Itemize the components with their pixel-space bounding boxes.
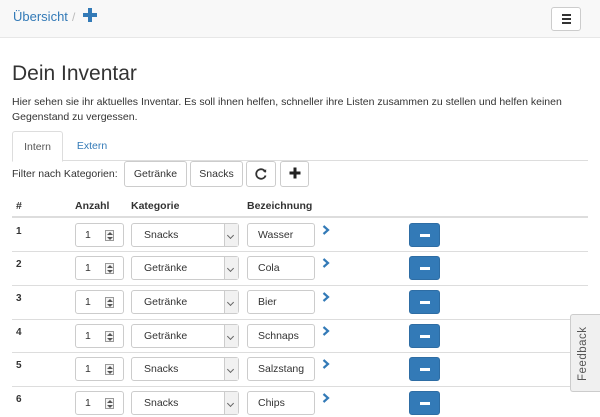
category-select[interactable]: Getränke bbox=[131, 290, 239, 314]
stepper-arrows-icon[interactable] bbox=[105, 297, 114, 308]
quantity-stepper[interactable]: 1 bbox=[75, 324, 124, 348]
col-header-anzahl: Anzahl bbox=[75, 200, 110, 212]
stepper-arrows-icon[interactable] bbox=[105, 230, 114, 241]
feedback-label: Feedback bbox=[577, 326, 589, 381]
chevron-right-icon[interactable] bbox=[322, 258, 332, 268]
row-number: 5 bbox=[16, 360, 22, 371]
chevron-right-icon[interactable] bbox=[322, 225, 332, 235]
category-value: Getränke bbox=[144, 296, 188, 308]
chevron-right-icon[interactable] bbox=[322, 292, 332, 302]
chevron-right-icon[interactable] bbox=[322, 359, 332, 369]
quantity-stepper[interactable]: 1 bbox=[75, 391, 124, 415]
col-header-number: # bbox=[16, 200, 22, 212]
row-divider bbox=[12, 285, 588, 286]
hamburger-icon bbox=[562, 14, 571, 16]
row-number: 6 bbox=[16, 394, 22, 405]
quantity-value: 1 bbox=[85, 330, 91, 342]
chevron-right-icon[interactable] bbox=[322, 326, 332, 336]
item-name-value: Salzstang bbox=[258, 363, 305, 375]
navbar: Übersicht / bbox=[0, 0, 600, 38]
category-value: Snacks bbox=[144, 397, 179, 409]
filter-snacks-button[interactable]: Snacks bbox=[190, 161, 243, 187]
category-select[interactable]: Getränke bbox=[131, 256, 239, 280]
remove-item-button[interactable] bbox=[409, 324, 440, 348]
remove-item-button[interactable] bbox=[409, 357, 440, 381]
refresh-icon bbox=[255, 168, 267, 180]
item-name-value: Bier bbox=[258, 296, 277, 308]
chevron-down-icon bbox=[224, 392, 238, 414]
row-divider bbox=[12, 352, 588, 353]
item-name-input[interactable]: Wasser bbox=[247, 223, 315, 247]
tab-intern[interactable]: Intern bbox=[12, 131, 63, 162]
item-name-input[interactable]: Chips bbox=[247, 391, 315, 415]
row-divider bbox=[12, 251, 588, 252]
chevron-right-icon[interactable] bbox=[322, 393, 332, 403]
quantity-value: 1 bbox=[85, 262, 91, 274]
quantity-stepper[interactable]: 1 bbox=[75, 357, 124, 381]
category-value: Getränke bbox=[144, 330, 188, 342]
item-name-input[interactable]: Salzstang bbox=[247, 357, 315, 381]
category-select[interactable]: Snacks bbox=[131, 357, 239, 381]
row-number: 1 bbox=[16, 226, 22, 237]
quantity-stepper[interactable]: 1 bbox=[75, 223, 124, 247]
tab-extern[interactable]: Extern bbox=[63, 131, 121, 161]
hamburger-icon bbox=[562, 22, 571, 24]
quantity-value: 1 bbox=[85, 397, 91, 409]
page-title: Dein Inventar bbox=[12, 62, 137, 85]
stepper-arrows-icon[interactable] bbox=[105, 331, 114, 342]
item-name-value: Chips bbox=[258, 397, 285, 409]
remove-item-button[interactable] bbox=[409, 391, 440, 415]
filter-label: Filter nach Kategorien: bbox=[12, 168, 118, 180]
stepper-arrows-icon[interactable] bbox=[105, 364, 114, 375]
breadcrumb-separator: / bbox=[72, 10, 76, 24]
hamburger-icon bbox=[562, 18, 571, 20]
remove-item-button[interactable] bbox=[409, 223, 440, 247]
refresh-button[interactable] bbox=[246, 161, 276, 187]
chevron-down-icon bbox=[224, 358, 238, 380]
quantity-value: 1 bbox=[85, 296, 91, 308]
item-name-value: Schnaps bbox=[258, 330, 299, 342]
item-name-input[interactable]: Bier bbox=[247, 290, 315, 314]
row-number: 3 bbox=[16, 293, 22, 304]
feedback-tab[interactable]: Feedback bbox=[570, 314, 600, 392]
category-value: Snacks bbox=[144, 363, 179, 375]
breadcrumb-overview-link[interactable]: Übersicht bbox=[13, 9, 68, 24]
chevron-down-icon bbox=[224, 257, 238, 279]
page-intro: Hier sehen sie ihr aktuelles Inventar. E… bbox=[12, 96, 562, 123]
item-name-input[interactable]: Cola bbox=[247, 256, 315, 280]
row-divider bbox=[12, 319, 588, 320]
col-header-kategorie: Kategorie bbox=[131, 200, 180, 212]
plus-icon bbox=[289, 167, 300, 179]
chevron-down-icon bbox=[224, 291, 238, 313]
remove-item-button[interactable] bbox=[409, 256, 440, 280]
row-number: 2 bbox=[16, 259, 22, 270]
quantity-value: 1 bbox=[85, 229, 91, 241]
row-number: 4 bbox=[16, 327, 22, 338]
category-select[interactable]: Snacks bbox=[131, 391, 239, 415]
item-name-value: Wasser bbox=[258, 229, 294, 241]
quantity-stepper[interactable]: 1 bbox=[75, 256, 124, 280]
tab-bar: Intern Extern bbox=[12, 131, 588, 162]
category-select[interactable]: Snacks bbox=[131, 223, 239, 247]
item-name-value: Cola bbox=[258, 262, 280, 274]
item-name-input[interactable]: Schnaps bbox=[247, 324, 315, 348]
table-header-divider bbox=[12, 216, 588, 218]
row-divider bbox=[12, 386, 588, 387]
chevron-down-icon bbox=[224, 224, 238, 246]
col-header-bezeichnung: Bezeichnung bbox=[247, 200, 313, 212]
stepper-arrows-icon[interactable] bbox=[105, 398, 114, 409]
add-category-button[interactable] bbox=[280, 161, 309, 187]
menu-toggle-button[interactable] bbox=[551, 7, 581, 31]
category-select[interactable]: Getränke bbox=[131, 324, 239, 348]
stepper-arrows-icon[interactable] bbox=[105, 263, 114, 274]
filter-getraenke-button[interactable]: Getränke bbox=[124, 161, 187, 187]
quantity-stepper[interactable]: 1 bbox=[75, 290, 124, 314]
plus-icon[interactable] bbox=[82, 7, 98, 23]
quantity-value: 1 bbox=[85, 363, 91, 375]
category-value: Snacks bbox=[144, 229, 179, 241]
remove-item-button[interactable] bbox=[409, 290, 440, 314]
chevron-down-icon bbox=[224, 325, 238, 347]
category-value: Getränke bbox=[144, 262, 188, 274]
